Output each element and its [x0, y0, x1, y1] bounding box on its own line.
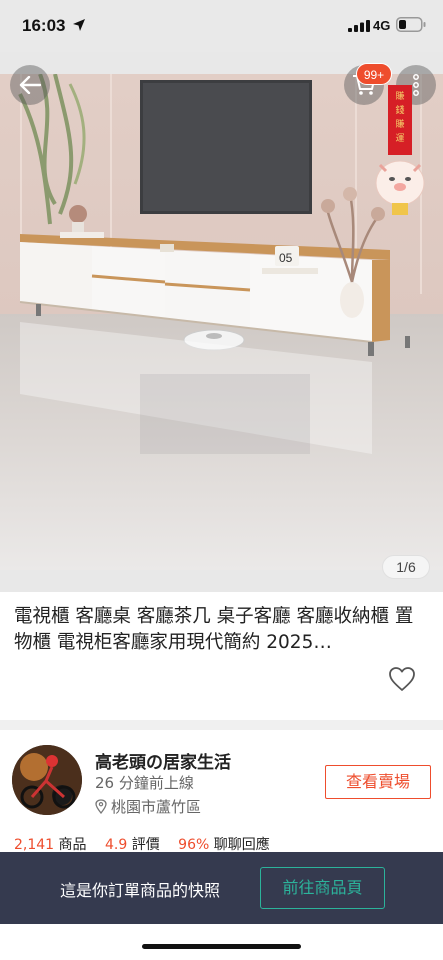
section-divider	[0, 720, 443, 730]
cart-count-badge: 99+	[356, 63, 392, 85]
status-time: 16:03	[22, 16, 66, 35]
image-counter: 1/6	[382, 555, 430, 579]
back-arrow-icon	[19, 76, 41, 94]
stat-rating-label: 評價	[131, 837, 160, 853]
stat-products-value: 2,141	[14, 837, 55, 853]
location-arrow-icon	[73, 19, 85, 31]
snapshot-notice-text: 這是你訂單商品的快照	[60, 881, 221, 900]
battery-icon	[396, 17, 426, 32]
network-label: 4G	[373, 18, 391, 33]
stat-rating: 4.9 評價	[105, 837, 164, 853]
shop-name[interactable]: 高老頭の居家生活	[95, 748, 231, 773]
stat-chat-response-label: 聊聊回應	[213, 837, 270, 853]
status-bar: 16:03 4G	[0, 0, 443, 52]
product-image-carousel[interactable]: 05 99+ 賺錢賺運 1/6	[0, 52, 443, 592]
view-shop-button[interactable]: 查看賣場	[325, 765, 431, 799]
snapshot-banner: 這是你訂單商品的快照 前往商品頁	[0, 852, 443, 924]
shop-last-active: 26 分鐘前上線	[95, 774, 194, 792]
stat-products-label: 商品	[58, 837, 87, 853]
product-title-section: 電視櫃 客廳桌 客廳茶几 桌子客廳 客廳收納櫃 置物櫃 電視柜客廳家用現代簡約 …	[0, 592, 443, 720]
stat-chat-response-value: 96%	[178, 837, 210, 853]
home-indicator[interactable]	[142, 944, 301, 949]
product-title: 電視櫃 客廳桌 客廳茶几 桌子客廳 客廳收納櫃 置物櫃 電視柜客廳家用現代簡約 …	[14, 606, 414, 653]
back-button[interactable]	[10, 65, 50, 105]
stat-products: 2,141 商品	[14, 837, 91, 853]
signal-icon	[348, 20, 370, 32]
shop-stats: 2,141 商品 4.9 評價 96% 聊聊回應	[14, 834, 284, 854]
go-to-product-page-button[interactable]: 前往商品頁	[260, 867, 385, 909]
shop-location: 桃園市蘆竹區	[111, 798, 202, 816]
shop-avatar[interactable]	[12, 745, 82, 815]
promo-mascot-icon[interactable]: 賺錢賺運	[370, 85, 430, 220]
stat-rating-value: 4.9	[105, 837, 128, 853]
calendar-text: 05	[279, 251, 293, 265]
shop-info-section: 高老頭の居家生活 26 分鐘前上線 桃園市蘆竹區 查看賣場 2,141 商品 4…	[0, 730, 443, 855]
stat-chat-response: 96% 聊聊回應	[178, 837, 270, 853]
bottom-safe-area	[0, 924, 443, 960]
location-pin-icon	[95, 799, 107, 814]
heart-icon[interactable]	[388, 666, 416, 692]
